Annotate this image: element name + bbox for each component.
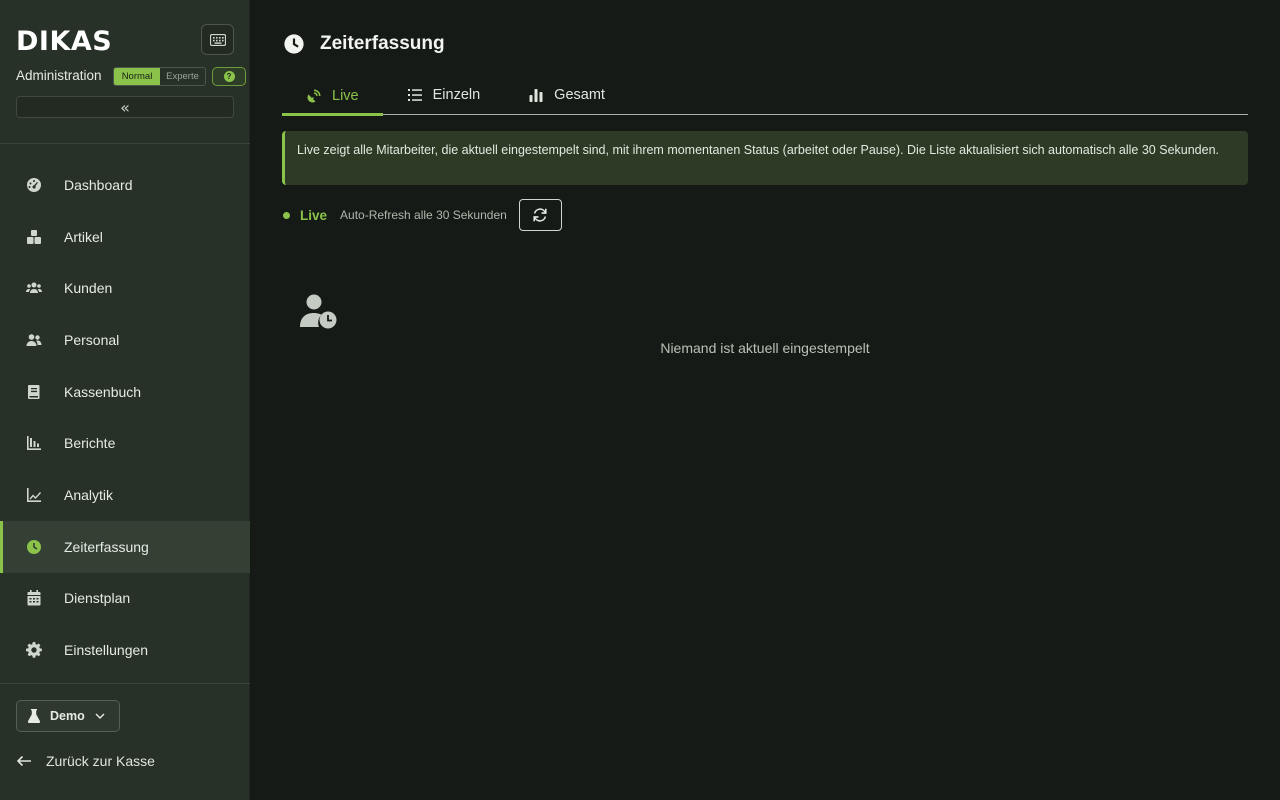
boxes-icon — [24, 227, 44, 247]
list-icon — [407, 89, 422, 101]
collapse-sidebar-button[interactable]: « — [16, 96, 234, 118]
user-clock-icon — [300, 294, 337, 329]
keyboard-icon — [209, 33, 226, 46]
line-chart-icon — [24, 485, 44, 505]
info-banner: Live zeigt alle Mitarbeiter, die aktuell… — [282, 131, 1248, 185]
live-indicator-dot — [283, 211, 290, 219]
arrow-left-icon — [16, 755, 31, 767]
sidebar-item-kassenbuch[interactable]: Kassenbuch — [0, 366, 250, 418]
back-label: Zurück zur Kasse — [46, 753, 155, 769]
sidebar-item-zeiterfassung[interactable]: Zeiterfassung — [0, 520, 250, 573]
tab-bar: Live Einzeln Gesamt — [282, 75, 1248, 116]
live-status-row: Live Auto-Refresh alle 30 Sekunden — [283, 199, 562, 231]
sidebar-divider — [0, 683, 250, 684]
tab-gesamt[interactable]: Gesamt — [504, 75, 629, 115]
clock-icon — [24, 537, 44, 557]
refresh-button[interactable] — [518, 199, 562, 231]
empty-state-text: Niemand ist aktuell eingestempelt — [660, 340, 870, 356]
sidebar: DIKAS Administration Normal Experte ? « … — [0, 0, 250, 800]
tab-live[interactable]: Live — [282, 75, 383, 116]
page-title: Zeiterfassung — [320, 33, 445, 54]
auto-refresh-text: Auto-Refresh alle 30 Sekunden — [340, 208, 507, 222]
app-logo[interactable]: DIKAS — [16, 24, 112, 60]
back-to-register-link[interactable]: Zurück zur Kasse — [16, 750, 155, 772]
sidebar-divider — [0, 143, 250, 144]
help-icon: ? — [223, 71, 235, 82]
demo-dropdown[interactable]: Demo — [16, 700, 120, 732]
tab-label: Einzeln — [432, 87, 481, 103]
mode-normal-option[interactable]: Normal — [114, 68, 160, 85]
sidebar-item-label: Kassenbuch — [64, 383, 142, 400]
sidebar-item-berichte[interactable]: Berichte — [0, 417, 250, 469]
gear-icon — [24, 640, 44, 660]
sidebar-item-label: Kunden — [64, 280, 113, 297]
live-label: Live — [300, 207, 328, 223]
sidebar-item-label: Personal — [64, 331, 120, 348]
users-icon — [24, 278, 44, 298]
sidebar-item-label: Analytik — [64, 486, 114, 503]
refresh-icon — [533, 208, 547, 222]
dashboard-icon — [24, 175, 44, 195]
satellite-dish-icon — [307, 89, 321, 102]
info-text: Live zeigt alle Mitarbeiter, die aktuell… — [297, 143, 1220, 157]
sidebar-item-personal[interactable]: Personal — [0, 314, 250, 366]
sidebar-item-analytik[interactable]: Analytik — [0, 469, 250, 521]
mode-toggle[interactable]: Normal Experte — [113, 67, 206, 86]
sidebar-item-label: Dienstplan — [64, 590, 131, 607]
chevron-down-icon — [95, 713, 105, 719]
calendar-icon — [24, 588, 44, 608]
sidebar-nav: Dashboard Artikel Kunden Personal Kassen… — [0, 159, 250, 676]
sidebar-item-label: Artikel — [64, 228, 103, 245]
help-button[interactable]: ? — [212, 67, 246, 86]
sidebar-item-dashboard[interactable]: Dashboard — [0, 159, 250, 211]
book-icon — [24, 382, 44, 402]
sidebar-item-label: Zeiterfassung — [64, 538, 149, 555]
sidebar-item-artikel[interactable]: Artikel — [0, 211, 250, 263]
demo-label: Demo — [50, 709, 85, 723]
tab-einzeln[interactable]: Einzeln — [383, 75, 505, 115]
flask-icon — [28, 709, 40, 723]
user-group-icon — [24, 330, 44, 350]
tab-label: Gesamt — [554, 87, 605, 103]
clock-icon — [284, 34, 304, 54]
keyboard-button[interactable] — [201, 24, 234, 55]
sidebar-item-label: Dashboard — [64, 176, 133, 193]
mode-expert-option[interactable]: Experte — [160, 68, 205, 85]
admin-label: Administration — [16, 68, 102, 83]
bar-chart-icon — [529, 89, 543, 102]
sidebar-item-einstellungen[interactable]: Einstellungen — [0, 624, 250, 676]
page-header: Zeiterfassung — [283, 33, 445, 55]
double-chevron-left-icon: « — [120, 97, 130, 117]
tab-label: Live — [332, 87, 359, 104]
sidebar-item-label: Einstellungen — [64, 642, 149, 659]
sidebar-item-kunden[interactable]: Kunden — [0, 262, 250, 314]
sidebar-item-label: Berichte — [64, 435, 116, 452]
bar-chart-icon — [24, 433, 44, 453]
sidebar-item-dienstplan[interactable]: Dienstplan — [0, 573, 250, 625]
